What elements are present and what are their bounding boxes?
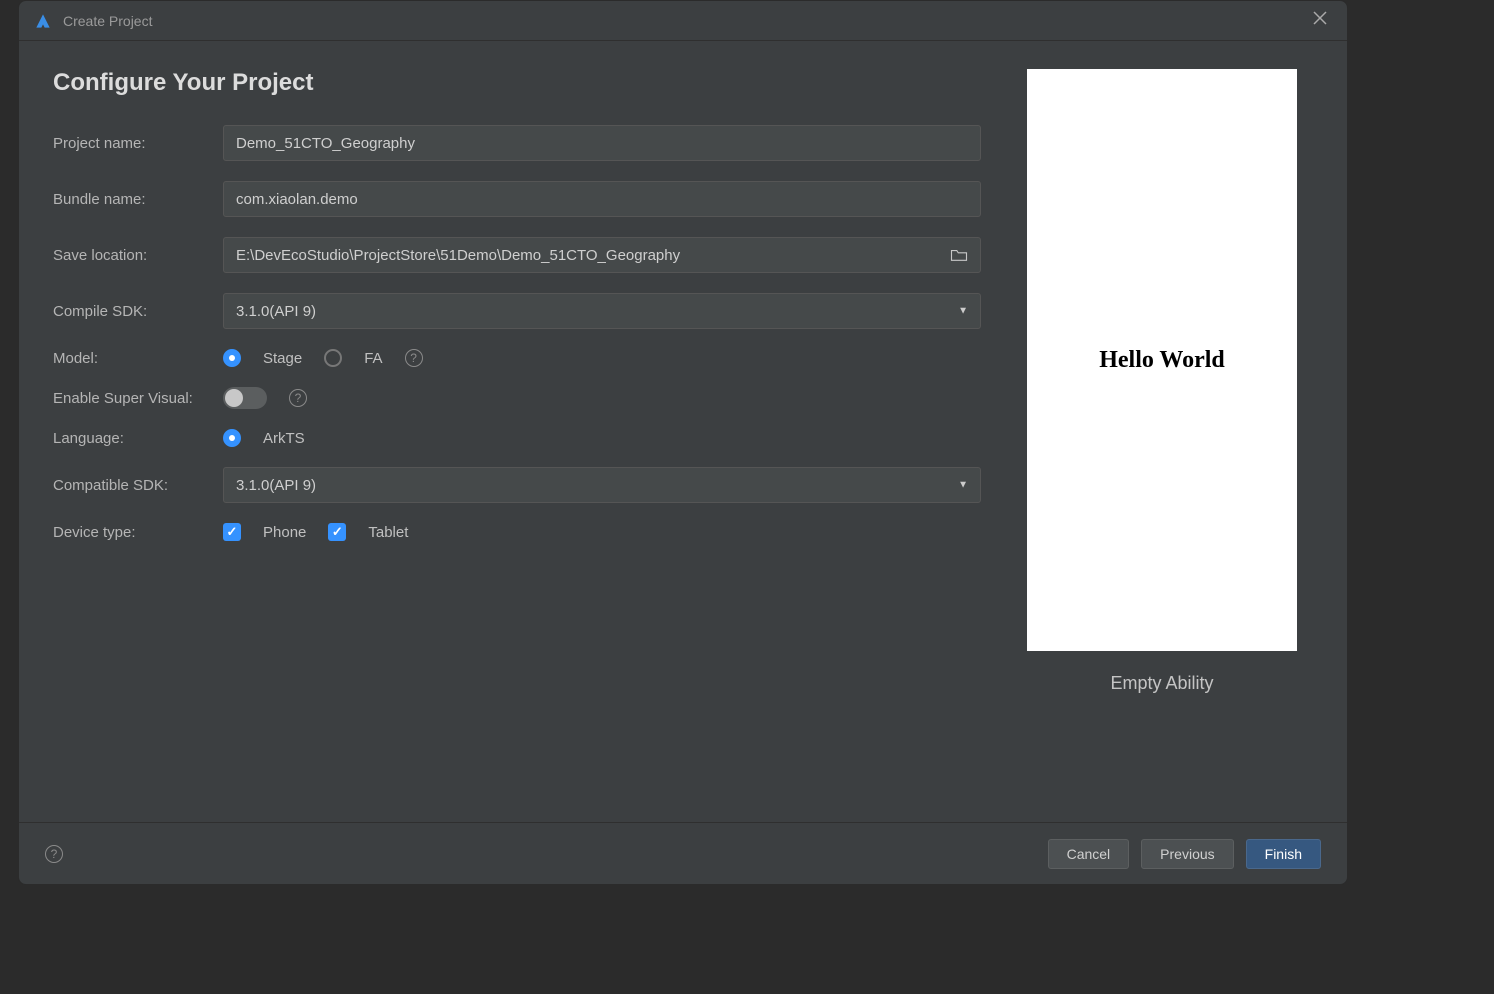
finish-button[interactable]: Finish [1246, 839, 1321, 869]
page-title: Configure Your Project [53, 69, 987, 97]
dialog-footer: ? Cancel Previous Finish [19, 822, 1347, 884]
model-radio-label: Stage [263, 350, 302, 367]
close-icon[interactable] [1307, 7, 1333, 34]
model-radio-group: Stage FA ? [223, 349, 423, 367]
chevron-down-icon: ▼ [958, 306, 968, 317]
help-icon[interactable]: ? [289, 389, 307, 407]
device-checkbox-phone[interactable]: ✓ [223, 523, 241, 541]
help-icon[interactable]: ? [405, 349, 423, 367]
dialog-title: Create Project [63, 13, 152, 29]
deveco-logo-icon [33, 11, 53, 31]
label-super-visual: Enable Super Visual: [53, 390, 223, 407]
cancel-button[interactable]: Cancel [1048, 839, 1130, 869]
project-name-input[interactable]: Demo_51CTO_Geography [223, 125, 981, 161]
label-compile-sdk: Compile SDK: [53, 303, 223, 320]
template-preview: Hello World [1027, 69, 1297, 651]
device-checkbox-tablet[interactable]: ✓ [328, 523, 346, 541]
device-type-group: ✓ Phone ✓ Tablet [223, 523, 408, 541]
preview-column: Hello World Empty Ability [1007, 69, 1317, 812]
compatible-sdk-select[interactable]: 3.1.0(API 9) ▼ [223, 467, 981, 503]
device-checkbox-label: Tablet [368, 524, 408, 541]
model-radio-stage[interactable] [223, 349, 241, 367]
chevron-down-icon: ▼ [958, 480, 968, 491]
device-checkbox-label: Phone [263, 524, 306, 541]
label-device-type: Device type: [53, 524, 223, 541]
previous-button[interactable]: Previous [1141, 839, 1233, 869]
label-project-name: Project name: [53, 135, 223, 152]
preview-caption: Empty Ability [1110, 673, 1213, 694]
form-area: Configure Your Project Project name: Dem… [53, 69, 987, 812]
model-radio-fa[interactable] [324, 349, 342, 367]
bundle-name-input[interactable]: com.xiaolan.demo [223, 181, 981, 217]
compile-sdk-select[interactable]: 3.1.0(API 9) ▼ [223, 293, 981, 329]
browse-folder-icon[interactable] [950, 248, 968, 262]
language-radio-group: ArkTS [223, 429, 305, 447]
dialog-titlebar: Create Project [19, 1, 1347, 41]
label-compatible-sdk: Compatible SDK: [53, 477, 223, 494]
dialog-body: Configure Your Project Project name: Dem… [19, 41, 1347, 822]
language-radio-arkts[interactable] [223, 429, 241, 447]
help-icon[interactable]: ? [45, 845, 63, 863]
label-bundle-name: Bundle name: [53, 191, 223, 208]
label-language: Language: [53, 430, 223, 447]
model-radio-label: FA [364, 350, 382, 367]
label-save-location: Save location: [53, 247, 223, 264]
save-location-input[interactable]: E:\DevEcoStudio\ProjectStore\51Demo\Demo… [223, 237, 981, 273]
language-radio-label: ArkTS [263, 430, 305, 447]
label-model: Model: [53, 350, 223, 367]
super-visual-toggle[interactable] [223, 387, 267, 409]
preview-text: Hello World [1099, 347, 1225, 374]
super-visual-row: ? [223, 387, 307, 409]
create-project-dialog: Create Project Configure Your Project Pr… [18, 0, 1348, 885]
